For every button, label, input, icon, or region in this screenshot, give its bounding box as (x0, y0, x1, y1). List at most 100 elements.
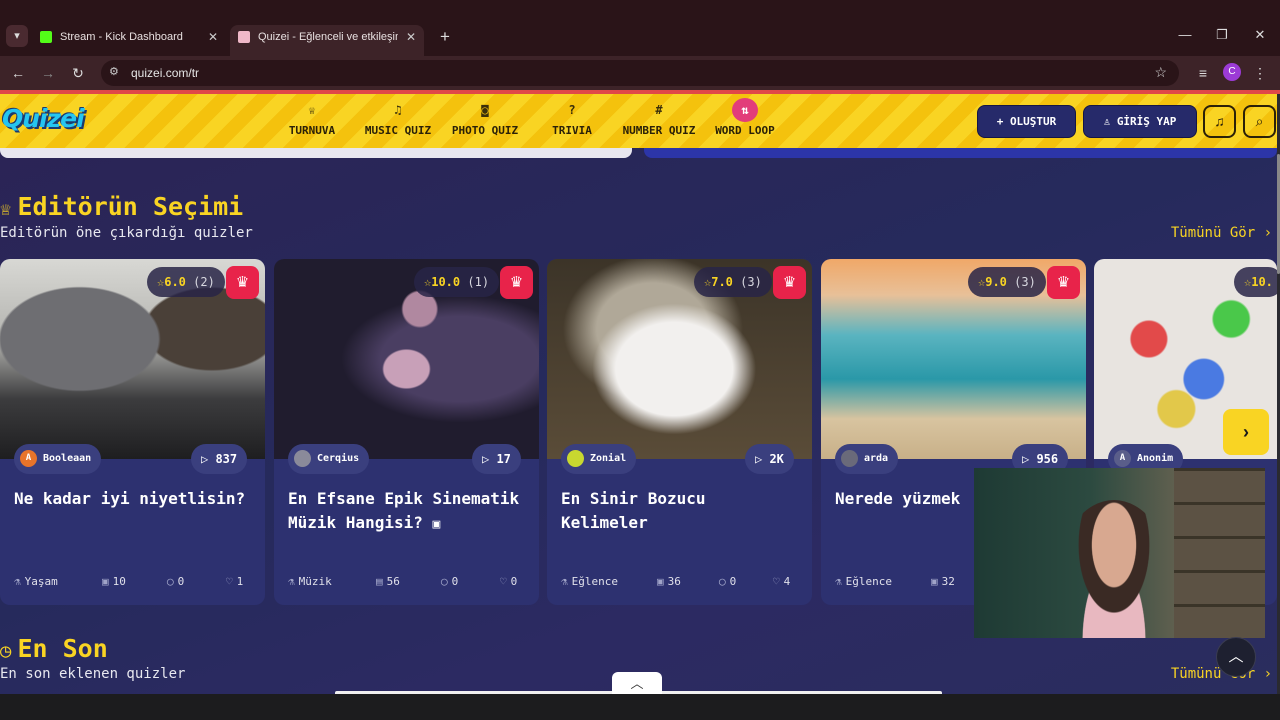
rating-badge: ☆7.0 (3) (694, 267, 772, 297)
play-icon: ▷ (1022, 452, 1037, 466)
browser-menu-icon[interactable]: ⋮ (1250, 63, 1270, 83)
latest-subtitle: En son eklenen quizler (0, 666, 186, 682)
play-count: ▷ 2K (745, 444, 794, 474)
hash-icon: # (655, 103, 663, 117)
author-chip[interactable]: Zonial (561, 444, 637, 474)
nav-turnuva[interactable]: ♕ TURNUVA (284, 98, 340, 144)
media-control-icon[interactable]: ≡ (1193, 63, 1213, 83)
nav-label: TURNUVA (288, 124, 336, 137)
quiz-title: Ne kadar iyi niyetlisin? (14, 489, 246, 508)
site-settings-icon[interactable]: ⚙ (109, 65, 119, 78)
forward-icon[interactable]: → (38, 63, 58, 83)
address-bar: ← → ↻ ⚙ quizei.com/tr ☆ ≡ C ⋮ (0, 56, 1280, 90)
plus-icon: + (996, 115, 1010, 128)
create-button[interactable]: + OLUŞTUR (977, 105, 1076, 138)
comment-icon: ◯ (441, 575, 448, 588)
comment-count-stat: ◯ 0 (719, 575, 737, 588)
author-chip[interactable]: A Booleaan (14, 444, 102, 474)
avatar: A (20, 449, 37, 467)
category-icon: ⚗ (288, 575, 295, 588)
category-icon: ⚗ (14, 575, 21, 588)
featured-crown-icon: ♛ (773, 266, 806, 299)
user-icon: ♙ (1103, 115, 1117, 128)
play-count: ▷ 837 (191, 444, 248, 474)
chevron-up-icon: ︿ (1228, 648, 1244, 665)
category-icon: ⚗ (561, 575, 568, 588)
tab-quizei[interactable]: Quizei - Eğlenceli ve etkileşimli ✕ (230, 25, 424, 56)
rating-badge: ☆10. (1234, 267, 1277, 297)
back-icon[interactable]: ← (8, 63, 28, 83)
film-icon: ▤ (376, 575, 383, 588)
nav-trivia[interactable]: ? TRIVIA (547, 98, 597, 144)
play-icon: ▷ (482, 452, 497, 466)
carousel-next-button[interactable]: › (1223, 409, 1269, 455)
question-count-stat: ▣ 36 (657, 575, 681, 588)
quiz-card[interactable]: ☆6.0 (2) ♛ A Booleaan ▷ 837 Ne kadar iyi … (0, 259, 265, 605)
notification-bell-icon[interactable]: ♫ (1203, 105, 1236, 138)
quiz-title: En Sinir Bozucu Kelimeler (561, 489, 706, 532)
tab-kick-dashboard[interactable]: Stream - Kick Dashboard ✕ (32, 25, 226, 49)
scroll-to-top-button[interactable]: ︿ (1216, 637, 1256, 677)
heart-icon: ♡ (226, 575, 233, 588)
editors-pick-title: ♕ Editörün Seçimi (0, 192, 244, 221)
avatar (294, 449, 311, 467)
reload-icon[interactable]: ↻ (68, 63, 88, 83)
close-tab-icon[interactable]: ✕ (208, 25, 218, 49)
browser-tab-bar: ▾ Stream - Kick Dashboard ✕ Quizei - Eğl… (0, 0, 1280, 56)
clock-icon: ◷ (0, 640, 12, 662)
search-icon[interactable]: ⌕ (1243, 105, 1276, 138)
nav-music-quiz[interactable]: ♫ MUSIC QUIZ (362, 98, 434, 144)
rating-badge: ☆10.0 (1) (414, 267, 500, 297)
avatar: A (1114, 449, 1131, 467)
featured-crown-icon: ♛ (226, 266, 259, 299)
bottom-drawer-toggle[interactable]: ︿ (612, 672, 662, 696)
author-chip[interactable]: Cerqius (288, 444, 370, 474)
quizei-logo[interactable]: Quizei (2, 104, 85, 133)
chevron-right-icon: › (1255, 666, 1272, 682)
avatar (841, 449, 858, 467)
play-icon: ▷ (201, 452, 216, 466)
camera-icon: ◙ (481, 103, 489, 117)
quiz-card[interactable]: ☆10.0 (1) ♛ Cerqius ▷ 17 En Efsane Epik … (274, 259, 539, 605)
like-count-stat: ♡ 4 (773, 575, 791, 588)
previous-section-card (644, 148, 1277, 158)
question-count-stat: ▣ 32 (931, 575, 955, 588)
nav-number-quiz[interactable]: # NUMBER QUIZ (619, 98, 699, 144)
heart-icon: ♡ (500, 575, 507, 588)
tab-title: Quizei - Eğlenceli ve etkileşimli (258, 31, 398, 43)
minimize-icon[interactable]: — (1175, 27, 1195, 45)
category-icon: ⚗ (835, 575, 842, 588)
login-button[interactable]: ♙ GİRİŞ YAP (1083, 105, 1197, 138)
sort-icon: ⇅ (732, 98, 758, 122)
rating-badge: ☆9.0 (3) (968, 267, 1046, 297)
images-icon: ▣ (931, 575, 938, 588)
comment-icon: ◯ (719, 575, 726, 588)
nav-word-loop[interactable]: ⇅ WORD LOOP (712, 98, 778, 144)
close-window-icon[interactable]: ✕ (1250, 27, 1270, 45)
question-bubble-icon: ? (568, 103, 576, 117)
restore-icon[interactable]: ❐ (1212, 27, 1232, 45)
new-tab-button[interactable]: + (434, 26, 456, 48)
quiz-card[interactable]: ☆7.0 (3) ♛ Zonial ▷ 2K En Sinir Bozucu K… (547, 259, 812, 605)
site-header: Quizei ♕ TURNUVA ♫ MUSIC QUIZ ◙ PHOTO QU… (0, 94, 1277, 148)
tab-search-button[interactable]: ▾ (6, 25, 28, 47)
comment-count-stat: ◯ 0 (441, 575, 459, 588)
bookmark-star-icon[interactable]: ☆ (1154, 64, 1167, 81)
url-text: quizei.com/tr (131, 66, 200, 80)
url-field[interactable]: ⚙ quizei.com/tr ☆ (101, 60, 1179, 86)
quiz-title: En Efsane Epik Sinematik Müzik Hangisi? … (288, 489, 520, 532)
images-icon: ▣ (657, 575, 664, 588)
nav-label: NUMBER QUIZ (622, 124, 696, 137)
editors-pick-see-all-link[interactable]: Tümünü Gör › (1171, 225, 1272, 241)
like-count-stat: ♡ 1 (226, 575, 244, 588)
chevron-right-icon: › (1243, 422, 1249, 442)
nav-label: PHOTO QUIZ (451, 124, 519, 137)
category-stat: ⚗ Müzik (288, 575, 332, 588)
like-count-stat: ♡ 0 (500, 575, 518, 588)
close-tab-icon[interactable]: ✕ (406, 25, 416, 49)
nav-photo-quiz[interactable]: ◙ PHOTO QUIZ (449, 98, 521, 144)
previous-section-card (0, 148, 632, 158)
nav-label: WORD LOOP (715, 124, 775, 137)
author-chip[interactable]: arda (835, 444, 899, 474)
profile-avatar[interactable]: C (1223, 63, 1241, 81)
